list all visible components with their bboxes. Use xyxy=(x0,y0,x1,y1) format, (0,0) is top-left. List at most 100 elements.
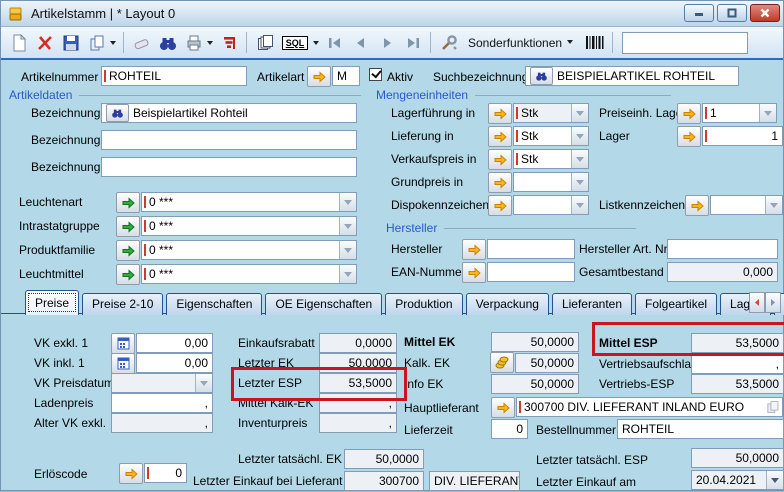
quick-search-input[interactable] xyxy=(622,32,748,54)
lieferzeit-field[interactable]: 0 xyxy=(491,419,528,439)
copy-button[interactable] xyxy=(84,30,109,55)
letzter-einkauf-am-dropdown[interactable] xyxy=(766,471,783,489)
tab-oe-eigenschaften[interactable]: OE Eigenschaften xyxy=(265,293,382,315)
suchbezeichnung-field[interactable]: BEISPIELARTIKEL ROHTEIL xyxy=(525,66,739,86)
tools-button[interactable] xyxy=(436,30,461,55)
verkaufspreis-field[interactable]: Stk xyxy=(513,149,589,169)
search-button[interactable] xyxy=(155,30,180,55)
nav-first-button[interactable] xyxy=(322,30,347,55)
save-button[interactable] xyxy=(58,30,83,55)
new-button[interactable] xyxy=(6,30,31,55)
vk-exkl-calc-button[interactable] xyxy=(111,333,135,354)
nav-prev-button[interactable] xyxy=(348,30,373,55)
lieferung-field[interactable]: Stk xyxy=(513,126,589,146)
kalk-ek-coins-button[interactable] xyxy=(490,352,514,373)
lagerfuehrung-field[interactable]: Stk xyxy=(513,103,589,123)
leuchtenart-go-button[interactable] xyxy=(116,192,140,213)
vk-preisdatum-field[interactable] xyxy=(111,373,213,393)
eraser-button[interactable] xyxy=(129,30,154,55)
preiseinh-lager-dropdown[interactable] xyxy=(759,104,776,122)
minimize-button[interactable] xyxy=(684,4,714,22)
tab-preise[interactable]: Preise xyxy=(25,290,79,315)
leuchtmittel-field[interactable]: 0 *** xyxy=(141,264,357,284)
vertriebsaufschlag-field[interactable]: , xyxy=(691,354,784,374)
grundpreis-dropdown[interactable] xyxy=(571,173,588,191)
delete-button[interactable] xyxy=(32,30,57,55)
dispokennzeichen-lookup-button[interactable] xyxy=(488,195,512,216)
produktfamilie-field[interactable]: 0 *** xyxy=(141,240,357,260)
aktiv-checkbox[interactable] xyxy=(369,68,382,81)
tab-produktion[interactable]: Produktion xyxy=(385,293,462,315)
grundpreis-lookup-button[interactable] xyxy=(488,172,512,193)
intrastatgruppe-go-button[interactable] xyxy=(116,216,140,237)
close-button[interactable] xyxy=(750,4,780,22)
erloescode-field[interactable]: 0 xyxy=(144,463,187,483)
tab-scroll-right-button[interactable] xyxy=(765,292,781,313)
bezeichnung3-field[interactable] xyxy=(101,157,357,177)
letzter-einkauf-am-field[interactable]: 20.04.2021 xyxy=(691,470,784,490)
pages-button[interactable] xyxy=(252,30,277,55)
intrastatgruppe-dropdown[interactable] xyxy=(339,217,356,235)
barcode-button[interactable] xyxy=(582,30,607,55)
lagerfuehrung-dropdown[interactable] xyxy=(571,104,588,122)
hersteller-lookup-button[interactable] xyxy=(462,239,486,260)
tab-lieferanten[interactable]: Lieferanten xyxy=(552,293,632,315)
artikelart-field[interactable]: M xyxy=(332,66,360,86)
listkennzeichen-field[interactable] xyxy=(710,195,783,215)
leuchtmittel-go-button[interactable] xyxy=(116,264,140,285)
hauptlieferant-lookup-button[interactable] xyxy=(491,397,515,418)
hersteller-field[interactable] xyxy=(487,239,575,259)
bestellnummer-field[interactable]: ROHTEIL xyxy=(617,419,784,439)
produktfamilie-go-button[interactable] xyxy=(116,240,140,261)
nav-last-button[interactable] xyxy=(400,30,425,55)
hersteller-artnr-field[interactable] xyxy=(667,239,778,259)
leuchtenart-field[interactable]: 0 *** xyxy=(141,192,357,212)
intrastatgruppe-field[interactable]: 0 *** xyxy=(141,216,357,236)
preiseinh-lager-lookup-button[interactable] xyxy=(677,103,701,124)
nav-next-button[interactable] xyxy=(374,30,399,55)
vk-inkl-calc-button[interactable] xyxy=(111,353,135,374)
tab-eigenschaften[interactable]: Eigenschaften xyxy=(166,293,262,315)
title-bar[interactable]: Artikelstamm | * Layout 0 xyxy=(1,1,783,27)
dispokennzeichen-dropdown[interactable] xyxy=(571,196,588,214)
artikelart-lookup-button[interactable] xyxy=(307,66,331,87)
vk-preisdatum-dropdown[interactable] xyxy=(195,374,212,392)
hauptlieferant-field[interactable]: 300700 DIV. LIEFERANT INLAND EURO xyxy=(516,397,783,417)
sql-button[interactable]: SQL xyxy=(278,30,312,55)
bezeichnung1-field[interactable]: Beispielartikel Rohteil xyxy=(101,103,357,123)
copy-dropdown-caret[interactable] xyxy=(110,41,116,48)
ean-lookup-button[interactable] xyxy=(462,262,486,283)
tab-verpackung[interactable]: Verpackung xyxy=(466,293,549,315)
search-lookup-button[interactable] xyxy=(530,67,553,85)
produktfamilie-dropdown[interactable] xyxy=(339,241,356,259)
bezeichnung2-field[interactable] xyxy=(101,130,357,150)
lager-lookup-button[interactable] xyxy=(677,126,701,147)
vk-inkl-field[interactable]: 0,00 xyxy=(136,353,213,373)
erloescode-lookup-button[interactable] xyxy=(119,463,143,484)
sort-button[interactable] xyxy=(216,30,241,55)
artikelnummer-field[interactable]: ROHTEIL xyxy=(101,66,247,86)
maximize-button[interactable] xyxy=(717,4,747,22)
grundpreis-field[interactable] xyxy=(513,172,589,192)
lager-field[interactable]: 1 xyxy=(702,126,783,146)
leuchtenart-dropdown[interactable] xyxy=(339,193,356,211)
tab-scroll-left-button[interactable] xyxy=(749,292,765,313)
listkennzeichen-dropdown[interactable] xyxy=(765,196,782,214)
tab-folgeartikel[interactable]: Folgeartikel xyxy=(635,293,717,315)
leuchtmittel-dropdown[interactable] xyxy=(339,265,356,283)
vk-exkl-field[interactable]: 0,00 xyxy=(136,333,213,353)
tab-preise-2-10[interactable]: Preise 2-10 xyxy=(82,293,163,315)
verkaufspreis-dropdown[interactable] xyxy=(571,150,588,168)
hauptlieferant-pages-icon[interactable] xyxy=(765,400,780,417)
listkennzeichen-lookup-button[interactable] xyxy=(685,195,709,216)
ean-field[interactable] xyxy=(487,262,575,282)
lieferung-dropdown[interactable] xyxy=(571,127,588,145)
print-dropdown-caret[interactable] xyxy=(207,41,213,48)
print-button[interactable] xyxy=(181,30,206,55)
sonderfunktionen-button[interactable]: Sonderfunktionen xyxy=(462,33,581,53)
lagerfuehrung-lookup-button[interactable] xyxy=(488,103,512,124)
ladenpreis-field[interactable]: , xyxy=(111,393,213,413)
preiseinh-lager-field[interactable]: 1 xyxy=(702,103,777,123)
bezeichnung1-lookup-button[interactable] xyxy=(106,104,129,122)
dispokennzeichen-field[interactable] xyxy=(513,195,589,215)
